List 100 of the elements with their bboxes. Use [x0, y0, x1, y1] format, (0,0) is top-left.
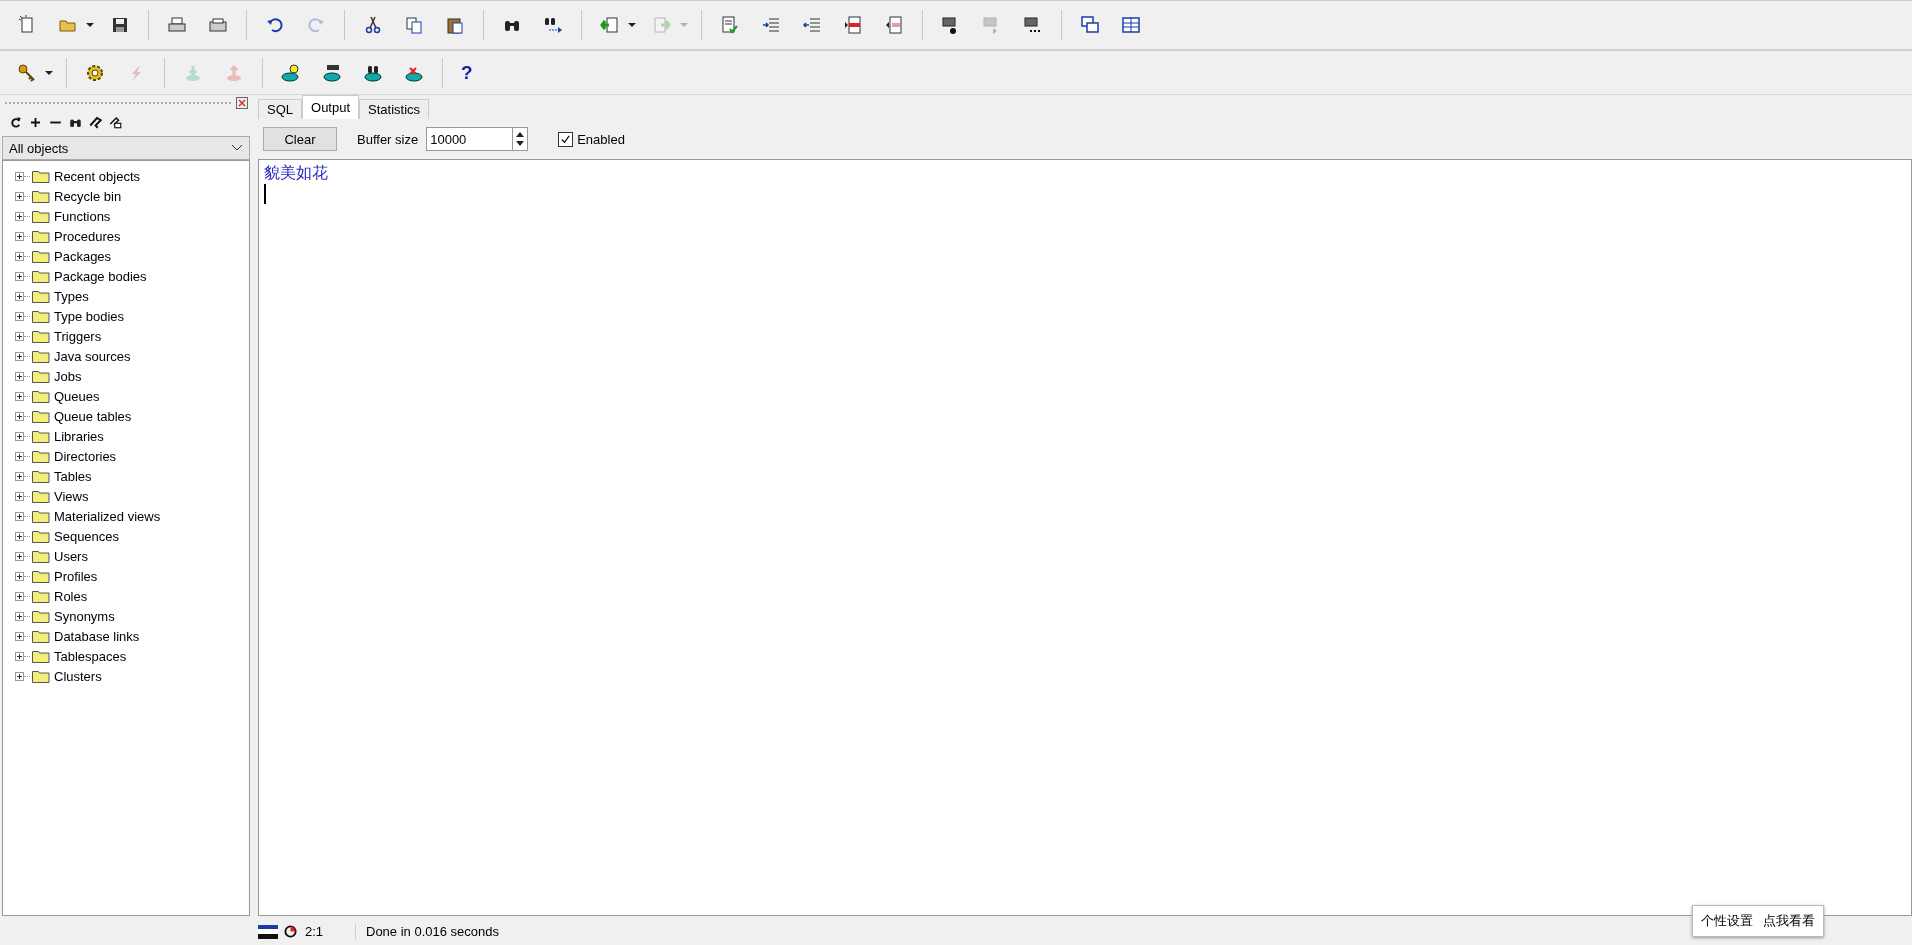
enabled-checkbox[interactable]: [558, 131, 574, 147]
tree-item[interactable]: Tables: [54, 468, 92, 484]
expand-icon[interactable]: [15, 451, 24, 461]
refresh-icon[interactable]: [8, 115, 23, 130]
copy-icon[interactable]: [404, 15, 424, 35]
close-icon[interactable]: [236, 97, 248, 109]
folder-icon: [32, 629, 50, 643]
plus-icon[interactable]: [28, 115, 43, 130]
expand-icon[interactable]: [15, 551, 24, 561]
database-icon[interactable]: [322, 62, 342, 83]
tree-item[interactable]: Materialized views: [54, 508, 161, 524]
tree-item[interactable]: Users: [54, 548, 88, 564]
tree-item[interactable]: Sequences: [54, 528, 120, 544]
gear-icon[interactable]: [85, 62, 105, 83]
spin-down-icon[interactable]: [516, 141, 525, 146]
expand-icon[interactable]: [15, 351, 24, 361]
expand-icon[interactable]: [15, 591, 24, 601]
tree-item[interactable]: Types: [54, 288, 89, 304]
undo-icon[interactable]: [265, 15, 285, 35]
dropdown-arrow-icon[interactable]: [628, 23, 636, 27]
checkbox-label[interactable]: Enabled: [577, 131, 625, 147]
expand-icon[interactable]: [15, 491, 24, 501]
windows-icon[interactable]: [1080, 15, 1100, 35]
expand-icon[interactable]: [15, 651, 24, 661]
tree-item[interactable]: Queues: [54, 388, 100, 404]
expand-icon[interactable]: [15, 611, 24, 621]
spin-up-icon[interactable]: [516, 132, 525, 137]
expand-icon[interactable]: [15, 291, 24, 301]
expand-icon[interactable]: [15, 311, 24, 321]
tree-item[interactable]: Functions: [54, 208, 111, 224]
tree-item[interactable]: Packages: [54, 248, 112, 264]
tree-item[interactable]: Profiles: [54, 568, 98, 584]
key-icon[interactable]: [17, 62, 37, 83]
expand-icon[interactable]: [15, 251, 24, 261]
buffer-size-field[interactable]: 10000: [426, 127, 513, 151]
document-icon[interactable]: [884, 15, 904, 35]
expand-icon[interactable]: [15, 391, 24, 401]
tree-item[interactable]: Tablespaces: [54, 648, 127, 664]
outdent-icon[interactable]: [802, 15, 822, 35]
tree-item[interactable]: Package bodies: [54, 268, 147, 284]
folder-icon: [32, 369, 50, 383]
dropdown-arrow-icon[interactable]: [86, 23, 94, 27]
printer-icon[interactable]: [167, 15, 187, 35]
chevron-down-icon[interactable]: [231, 144, 243, 152]
tab[interactable]: Statistics: [359, 99, 430, 119]
tree-item[interactable]: Queue tables: [54, 408, 132, 424]
expand-icon[interactable]: [15, 631, 24, 641]
expand-icon[interactable]: [15, 211, 24, 221]
timer-icon: [284, 925, 297, 938]
tree-item[interactable]: Roles: [54, 588, 88, 604]
flag-icon: [258, 924, 278, 939]
folder-icon: [32, 569, 50, 583]
tab[interactable]: SQL: [258, 99, 302, 119]
tree-item[interactable]: Type bodies: [54, 308, 125, 324]
cursor-position: 2:1: [303, 924, 356, 939]
output-line: 貌美如花: [264, 162, 329, 184]
expand-icon[interactable]: [15, 191, 24, 201]
indent-icon[interactable]: [761, 15, 781, 35]
tree-item[interactable]: Triggers: [54, 328, 102, 344]
expand-icon[interactable]: [15, 471, 24, 481]
clear-button[interactable]: Clear: [263, 127, 337, 151]
expand-icon[interactable]: [15, 331, 24, 341]
scissors-icon[interactable]: [363, 15, 383, 35]
document-arrow-icon[interactable]: [600, 15, 620, 35]
database-bulb-icon[interactable]: [281, 62, 301, 83]
expand-icon[interactable]: [15, 231, 24, 241]
tree-item[interactable]: Recent objects: [54, 168, 140, 184]
expand-icon[interactable]: [15, 171, 24, 181]
expand-icon[interactable]: [15, 571, 24, 581]
document-icon[interactable]: [843, 15, 863, 35]
object-filter-dropdown[interactable]: All objects: [2, 136, 250, 160]
tab[interactable]: Output: [302, 95, 360, 119]
expand-icon[interactable]: [15, 431, 24, 441]
expand-icon[interactable]: [15, 371, 24, 381]
expand-icon[interactable]: [15, 411, 24, 421]
help-button[interactable]: ?: [461, 62, 481, 83]
tree-item[interactable]: Java sources: [54, 348, 131, 364]
dropdown-arrow-icon[interactable]: [45, 70, 53, 75]
document-check-icon[interactable]: [720, 15, 740, 35]
expand-icon[interactable]: [15, 671, 24, 681]
tree-item[interactable]: Synonyms: [54, 608, 115, 624]
tree-item[interactable]: Directories: [54, 448, 117, 464]
tree-item[interactable]: Database links: [54, 628, 140, 644]
tree-item[interactable]: Procedures: [54, 228, 121, 244]
tree-item[interactable]: Recycle bin: [54, 188, 122, 204]
grid-icon[interactable]: [1121, 15, 1141, 35]
expand-icon[interactable]: [15, 511, 24, 521]
clipboard-icon[interactable]: [445, 15, 465, 35]
tree-item[interactable]: Jobs: [54, 368, 82, 384]
expand-icon[interactable]: [15, 531, 24, 541]
folder-icon: [32, 429, 50, 443]
folder-icon: [32, 589, 50, 603]
expand-icon[interactable]: [15, 271, 24, 281]
tree-item[interactable]: Views: [54, 488, 89, 504]
tree-item[interactable]: Clusters: [54, 668, 102, 684]
folder-icon: [32, 249, 50, 263]
printer-icon[interactable]: [208, 15, 228, 35]
buffer-size-label: Buffer size: [357, 131, 419, 147]
binoculars-arrow-icon[interactable]: [543, 15, 563, 35]
tree-item[interactable]: Libraries: [54, 428, 104, 444]
